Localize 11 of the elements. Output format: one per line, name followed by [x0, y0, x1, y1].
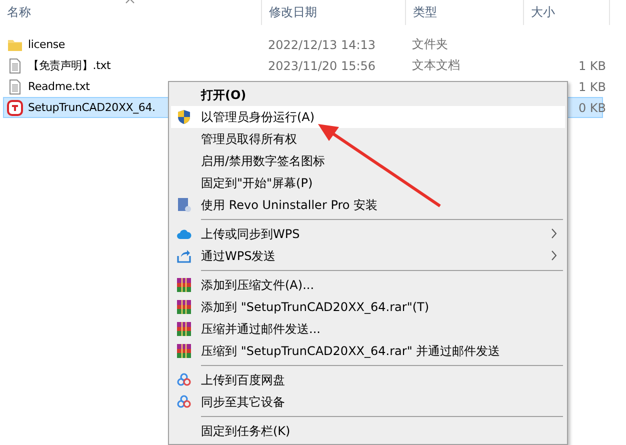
file-size: 1 KB: [578, 58, 606, 72]
file-name: Readme.txt: [28, 80, 90, 93]
file-type: 文件夹: [412, 37, 448, 51]
file-type: 文本文档: [412, 58, 460, 72]
file-name: license: [28, 38, 65, 51]
file-size: 1 KB: [578, 80, 606, 94]
file-name: SetupTrunCAD20XX_64.: [28, 101, 156, 114]
file-size: 0 KB: [578, 100, 606, 114]
modified-date: 2022/12/13 14:13: [268, 38, 376, 52]
file-name: 【免责声明】.txt: [28, 58, 111, 73]
modified-date: 2023/11/20 15:56: [268, 58, 376, 72]
